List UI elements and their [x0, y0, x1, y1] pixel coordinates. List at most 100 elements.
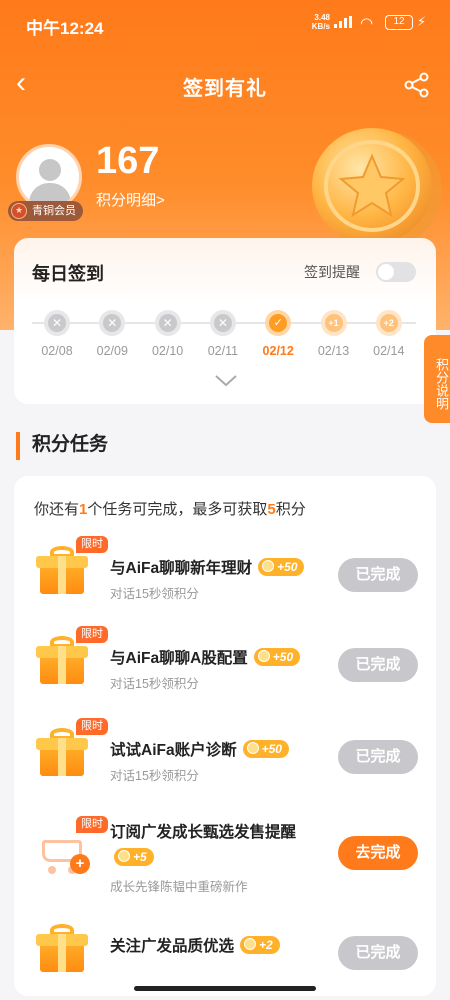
task-desc: 成长先锋陈韫中重磅新作: [110, 880, 248, 894]
points-value: +50: [261, 742, 282, 756]
task-name-text: 试试AiFa账户诊断: [110, 742, 237, 759]
status-bar: 中午12:24 3.48 KB/s ◠ 12 ⚡: [0, 0, 450, 48]
sign-day-date: 02/13: [317, 344, 350, 358]
summary-mid: 个任务可完成，最多可获取: [87, 501, 268, 518]
coin-icon: [262, 560, 275, 572]
points-rules-tab[interactable]: 积分说明: [424, 335, 450, 423]
sign-day: ✕ 02/11: [196, 308, 250, 368]
task-done-button[interactable]: 已完成: [338, 740, 418, 774]
sign-day: ✕ 02/08: [30, 308, 84, 368]
points-value: +50: [272, 650, 294, 664]
gift-icon: [36, 924, 88, 974]
toggle-knob: [378, 264, 394, 280]
coin-star-icon: [312, 128, 442, 250]
home-indicator[interactable]: [134, 986, 316, 991]
cart-icon: +: [36, 826, 90, 876]
battery-icon: 12: [385, 15, 413, 30]
summary-post: 积分: [275, 501, 306, 518]
daily-sign-card: 每日签到 签到提醒 ✕ 02/08 ✕ 02/09 ✕ 02/10 ✕ 02/11 ✓ 02/12…: [14, 238, 436, 404]
sign-day-date: 02/09: [96, 344, 128, 358]
gift-ribbon: [58, 646, 66, 684]
task-name-text: 与AiFa聊聊新年理财: [110, 560, 253, 577]
gift-ribbon: [58, 556, 66, 594]
sign-remind-label: 签到提醒: [304, 264, 360, 280]
gift-icon: [36, 636, 88, 686]
medal-icon: ★: [11, 203, 27, 219]
limited-tag: 限时: [76, 626, 108, 643]
missed-icon: ✕: [209, 310, 236, 336]
sign-day-date: 02/08: [41, 344, 73, 358]
gift-icon: [36, 546, 88, 596]
task-name: 与AiFa聊聊新年理财 +50: [110, 556, 305, 578]
coin-icon: [246, 742, 259, 754]
limited-tag: 限时: [76, 536, 108, 553]
points-badge: +5: [114, 848, 154, 866]
gift-ribbon: [58, 738, 66, 776]
coin-icon: [244, 938, 257, 950]
points-detail-link[interactable]: 积分明细>: [96, 189, 165, 210]
task-name: 与AiFa聊聊A股配置 +50: [110, 646, 301, 668]
page-title: 签到有礼: [183, 78, 267, 100]
sign-day: ✕ 02/09: [85, 308, 139, 368]
task-desc: 对话15秒领积分: [110, 769, 199, 783]
task-done-button[interactable]: 已完成: [338, 648, 418, 682]
daily-sign-title: 每日签到: [32, 264, 104, 284]
summary-max: 5: [267, 501, 276, 518]
sign-day: ✓ 02/12: [251, 308, 305, 368]
bonus-icon: +1: [320, 310, 347, 336]
missed-icon: ✕: [99, 310, 126, 336]
sign-day: +2 02/14: [362, 308, 416, 368]
gift-icon: [36, 728, 88, 778]
plus-icon: +: [70, 854, 90, 874]
task-points-line: +5: [114, 848, 154, 868]
task-done-button[interactable]: 已完成: [338, 936, 418, 970]
member-badge: ★ 青铜会员: [8, 201, 83, 221]
charging-icon: ⚡: [417, 14, 427, 29]
sign-day: +1 02/13: [307, 308, 361, 368]
member-level: 青铜会员: [32, 205, 76, 217]
bonus-icon: +2: [375, 310, 402, 336]
limited-tag: 限时: [76, 718, 108, 735]
task-go-button[interactable]: 去完成: [338, 836, 418, 870]
points-badge: +50: [242, 740, 289, 758]
tasks-section-title: 积分任务: [16, 432, 108, 460]
points-badge: +50: [258, 558, 305, 576]
summary-pre: 你还有: [34, 501, 80, 518]
task-done-button[interactable]: 已完成: [338, 558, 418, 592]
share-icon[interactable]: [403, 72, 431, 98]
sign-remind-toggle[interactable]: [376, 262, 416, 282]
coin-icon: [118, 850, 130, 862]
sign-day-date: 02/10: [151, 344, 184, 358]
points-total: 167: [96, 140, 160, 182]
signal-icon: [334, 16, 352, 28]
limited-tag: 限时: [76, 816, 108, 833]
sign-day: ✕ 02/10: [141, 308, 195, 368]
nav-bar: ‹ 签到有礼: [0, 64, 450, 104]
task-row: 限时 试试AiFa账户诊断 +50 对话15秒领积分 已完成: [14, 708, 436, 798]
task-name-text: 关注广发品质优选: [110, 938, 235, 955]
missed-icon: ✕: [154, 310, 181, 336]
sign-day-date: 02/11: [207, 344, 239, 358]
task-name: 关注广发品质优选 +2: [110, 934, 280, 956]
task-desc: 对话15秒领积分: [110, 587, 199, 601]
points-value: +5: [133, 850, 147, 864]
gift-ribbon: [58, 934, 66, 972]
task-name: 试试AiFa账户诊断 +50: [110, 738, 289, 760]
network-speed: 3.48 KB/s: [304, 13, 330, 31]
coin-icon: [257, 650, 270, 662]
task-name-text: 订阅广发成长甄选发售提醒: [110, 824, 297, 841]
network-speed-unit: KB/s: [311, 22, 330, 31]
wifi-icon: ◠: [360, 15, 374, 32]
task-row: + 限时 订阅广发成长甄选发售提醒 +5 成长先锋陈韫中重磅新作 去完成: [14, 806, 436, 896]
status-time: 中午12:24: [26, 19, 104, 38]
avatar-head: [39, 159, 61, 181]
task-desc: 对话15秒领积分: [110, 677, 199, 691]
sign-day-date: 02/12: [262, 344, 294, 358]
missed-icon: ✕: [44, 310, 70, 336]
sign-day-date: 02/14: [373, 344, 405, 358]
tasks-card: 你还有1个任务可完成，最多可获取5积分 限时 与AiFa聊聊新年理财 +50 对话15…: [14, 476, 436, 996]
chevron-down-icon[interactable]: [214, 374, 238, 388]
points-badge: +2: [240, 936, 280, 954]
task-name-text: 与AiFa聊聊A股配置: [110, 650, 248, 667]
points-value: +50: [277, 560, 298, 574]
